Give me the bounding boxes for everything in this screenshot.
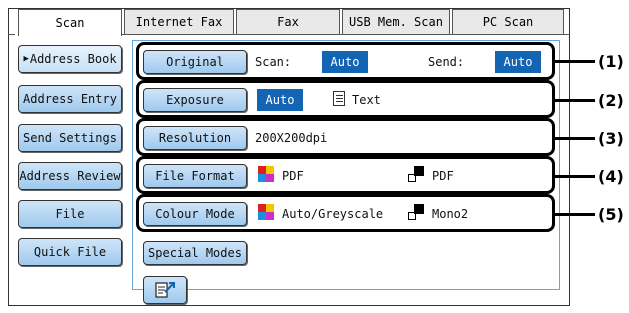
send-label: Send: [428, 55, 465, 69]
resolution-button[interactable]: Resolution [143, 126, 247, 150]
resolution-value: 200X200dpi [255, 131, 328, 145]
file-format-button[interactable]: File Format [143, 164, 247, 188]
tab-fax[interactable]: Fax [236, 9, 340, 35]
edit-send-button[interactable] [143, 276, 187, 304]
tab-label: Fax [277, 15, 299, 29]
original-button[interactable]: Original [143, 50, 247, 74]
document-text-icon [333, 91, 345, 106]
callout-2: (2) [598, 91, 624, 110]
file-format-colour-value: PDF [282, 169, 304, 183]
colour-mode-mono-value: Mono2 [432, 207, 469, 221]
exposure-value-badge: Auto [257, 89, 303, 111]
sidebar-item-quick-file[interactable]: Quick File [18, 238, 122, 266]
scan-value-badge: Auto [322, 51, 368, 73]
special-modes-button[interactable]: Special Modes [143, 241, 247, 265]
callout-leader [555, 137, 595, 140]
send-value-badge: Auto [495, 51, 541, 73]
callout-leader [555, 175, 595, 178]
button-label: Exposure [166, 93, 224, 107]
sidebar-item-label: File [55, 207, 85, 221]
sidebar-item-file[interactable]: File [18, 200, 122, 228]
colour-mode-colour-value: Auto/Greyscale [282, 207, 384, 221]
sidebar-item-label: Address Review [19, 169, 121, 183]
sidebar-item-label: Address Book [29, 52, 117, 66]
exposure-text-label: Text [352, 93, 381, 107]
tab-usb-mem-scan[interactable]: USB Mem. Scan [342, 9, 450, 35]
callout-leader [555, 60, 595, 63]
callout-3: (3) [598, 129, 624, 148]
tab-label: Internet Fax [135, 15, 223, 29]
sidebar-item-send-settings[interactable]: Send Settings [18, 124, 122, 152]
callout-leader [555, 213, 595, 216]
button-label: Original [166, 55, 224, 69]
button-label: File Format [155, 169, 235, 183]
tab-internet-fax[interactable]: Internet Fax [124, 9, 234, 35]
tab-pc-scan[interactable]: PC Scan [452, 9, 564, 35]
sidebar-item-label: Quick File [33, 245, 107, 259]
colour-mode-button[interactable]: Colour Mode [143, 202, 247, 226]
tab-divider [122, 34, 570, 35]
tab-label: USB Mem. Scan [349, 15, 443, 29]
badge-text: Auto [330, 55, 360, 69]
scan-label: Scan: [255, 55, 292, 69]
sidebar-item-address-review[interactable]: Address Review [18, 162, 122, 190]
play-icon: ▶ [23, 54, 29, 64]
tab-divider [8, 34, 15, 35]
sidebar-item-address-entry[interactable]: Address Entry [18, 85, 122, 113]
badge-text: Auto [265, 93, 295, 107]
callout-4: (4) [598, 167, 624, 186]
button-label: Resolution [158, 131, 232, 145]
button-label: Special Modes [148, 246, 242, 260]
exposure-button[interactable]: Exposure [143, 88, 247, 112]
sidebar-item-label: Address Entry [23, 92, 117, 106]
edit-send-icon [155, 282, 175, 298]
tab-label: PC Scan [482, 15, 534, 29]
sidebar-item-label: Send Settings [23, 131, 117, 145]
tab-scan[interactable]: Scan [18, 9, 122, 36]
callout-1: (1) [598, 52, 624, 71]
mono-squares-icon [408, 166, 424, 182]
sidebar-item-address-book[interactable]: ▶ Address Book [18, 45, 122, 73]
callout-5: (5) [598, 205, 624, 224]
button-label: Colour Mode [155, 207, 235, 221]
mono-squares-icon [408, 204, 424, 220]
badge-text: Auto [503, 55, 533, 69]
callout-leader [555, 99, 595, 102]
colour-squares-icon [258, 204, 274, 220]
colour-squares-icon [258, 166, 274, 182]
file-format-mono-value: PDF [432, 169, 454, 183]
tab-label: Scan [55, 16, 85, 30]
